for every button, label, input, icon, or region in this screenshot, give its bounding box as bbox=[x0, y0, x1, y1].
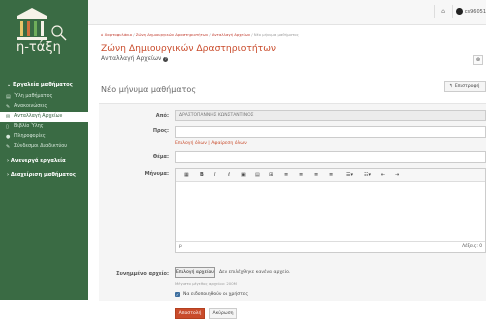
image-icon[interactable]: ▣ bbox=[241, 172, 246, 178]
logo-text: η-τάξη bbox=[16, 40, 61, 55]
send-button[interactable]: Αποστολή bbox=[175, 308, 205, 319]
page-subtitle: Ανταλλαγή Αρχείων ? bbox=[101, 55, 169, 62]
from-label: Από: bbox=[155, 113, 169, 119]
indent-icon[interactable]: ⇥ bbox=[395, 172, 399, 178]
sidebar-item-syllabus[interactable]: ▯ Βιβλίο Ύλης bbox=[0, 122, 88, 132]
page-title: Ζώνη Δημιουργικών Δραστηριοτήτων bbox=[101, 43, 277, 54]
to-label: Προς: bbox=[152, 128, 169, 134]
home-icon: ⌂ bbox=[441, 8, 445, 15]
back-button[interactable]: ↰ Επιστροφή bbox=[444, 81, 486, 92]
nav-group-tools[interactable]: ⌄ Εργαλεία μαθήματος bbox=[0, 78, 88, 92]
sidebar-item-label: Σύνδεσμοι Διαδικτύου bbox=[14, 144, 68, 149]
link-icon: ✎ bbox=[6, 144, 11, 150]
sidebar-item-label: Ύλη μαθήματος bbox=[14, 94, 53, 99]
breadcrumb: ⌂ Χαρτοφυλάκιο / Ζώνη Δημιουργικών Δραστ… bbox=[101, 32, 299, 37]
help-icon[interactable]: ? bbox=[163, 57, 169, 62]
media-icon[interactable]: ▤ bbox=[255, 172, 260, 178]
from-field: ΔΡΑΣΤΟΠΑΝΝΗΣ ΚΩΝΣΤΑΝΤΙΝΟΣ bbox=[175, 110, 486, 121]
nav-group-inactive-label: Ανενεργά εργαλεία bbox=[10, 158, 66, 164]
envelope-icon: ✉ bbox=[6, 114, 11, 120]
breadcrumb-item[interactable]: Χαρτοφυλάκιο bbox=[105, 32, 132, 37]
file-status: Δεν επιλέχθηκε κανένα αρχείο. bbox=[219, 270, 291, 275]
bullet-list-icon[interactable]: ☰▾ bbox=[346, 172, 353, 178]
sidebar-nav: ⌄ Εργαλεία μαθήματος ▤ Ύλη μαθήματος ✎ Α… bbox=[0, 78, 88, 182]
nav-group-inactive[interactable]: › Ανενεργά εργαλεία bbox=[0, 154, 88, 168]
tasks-icon: ▤ bbox=[6, 94, 11, 100]
remove-all-link[interactable]: Αφαίρεση όλων bbox=[211, 141, 246, 146]
outdent-icon[interactable]: ⇤ bbox=[381, 172, 385, 178]
notify-row: ✓ Να ειδοποιηθούν οι χρήστες bbox=[175, 292, 248, 297]
sidebar-item-label: Βιβλίο Ύλης bbox=[14, 124, 44, 129]
sidebar-item-course-content[interactable]: ▤ Ύλη μαθήματος bbox=[0, 92, 88, 102]
sidebar: η-τάξη ⌄ Εργαλεία μαθήματος ▤ Ύλη μαθήμα… bbox=[0, 0, 88, 300]
justify-icon[interactable]: ≣ bbox=[329, 172, 333, 178]
nav-group-tools-label: Εργαλεία μαθήματος bbox=[12, 82, 73, 88]
logo-icon bbox=[17, 8, 67, 41]
subject-label: Θέμα: bbox=[152, 154, 169, 160]
select-all-link[interactable]: Επιλογή όλων bbox=[175, 141, 207, 146]
nav-group-admin-label: Διαχείριση μαθήματος bbox=[10, 172, 76, 178]
sidebar-item-info[interactable]: ● Πληροφορίες bbox=[0, 132, 88, 142]
sidebar-item-file-exchange[interactable]: ✉ Ανταλλαγή Αρχείων bbox=[0, 112, 88, 122]
word-count: Λέξεις: 0 bbox=[462, 244, 482, 249]
nav-group-admin[interactable]: › Διαχείριση μαθήματος bbox=[0, 168, 88, 182]
sidebar-item-label: Πληροφορίες bbox=[14, 134, 46, 139]
logo[interactable]: η-τάξη bbox=[0, 0, 88, 72]
info-icon: ● bbox=[6, 134, 11, 140]
editor-path: p bbox=[179, 244, 182, 249]
bullhorn-icon: ✎ bbox=[6, 104, 11, 110]
bold-icon[interactable]: B bbox=[200, 172, 204, 178]
italic-icon[interactable]: I bbox=[214, 172, 215, 178]
align-right-icon[interactable]: ≣ bbox=[314, 172, 318, 178]
recipient-actions: Επιλογή όλων | Αφαίρεση όλων bbox=[175, 141, 247, 146]
max-file-size: Μέγιστο μέγεθος αρχείου: 200M bbox=[175, 281, 237, 286]
source-icon[interactable]: ▦ bbox=[184, 172, 189, 178]
sidebar-item-links[interactable]: ✎ Σύνδεσμοι Διαδικτύου bbox=[0, 142, 88, 152]
user-name: cs96051 bbox=[464, 8, 486, 15]
section-title: Νέο μήνυμα μαθήματος bbox=[101, 85, 197, 94]
align-center-icon[interactable]: ≣ bbox=[299, 172, 303, 178]
notify-checkbox[interactable]: ✓ bbox=[175, 292, 180, 297]
message-editor[interactable]: ▦ B I ℓ ▣ ▤ ⊞ ≣ ≣ ≣ ≣ ☰▾ ☷▾ ⇤ ⇥ p Λέξεις… bbox=[175, 168, 486, 253]
sidebar-item-label: Ανταλλαγή Αρχείων bbox=[14, 114, 63, 119]
subject-input[interactable] bbox=[175, 151, 486, 163]
sidebar-item-label: Ανακοινώσεις bbox=[14, 104, 48, 109]
home-button[interactable]: ⌂ bbox=[434, 5, 451, 18]
table-icon[interactable]: ⊞ bbox=[269, 172, 273, 178]
editor-status-bar: p Λέξεις: 0 bbox=[176, 241, 485, 252]
numbered-list-icon[interactable]: ☷▾ bbox=[364, 172, 371, 178]
main-content: ⌂ Χαρτοφυλάκιο / Ζώνη Δημιουργικών Δραστ… bbox=[88, 25, 486, 319]
book-icon: ▯ bbox=[6, 124, 9, 130]
message-form: Από: ΔΡΑΣΤΟΠΑΝΝΗΣ ΚΩΝΣΤΑΝΤΙΝΟΣ Προς: Επι… bbox=[99, 103, 486, 301]
rss-button[interactable]: ⊜ bbox=[473, 55, 483, 65]
link-icon[interactable]: ℓ bbox=[228, 172, 230, 178]
align-left-icon[interactable]: ≣ bbox=[284, 172, 288, 178]
top-bar: ⌂ cs96051 bbox=[88, 0, 486, 25]
breadcrumb-item[interactable]: Ζώνη Δημιουργικών Δραστηριοτήτων bbox=[136, 32, 208, 37]
back-label: Επιστροφή bbox=[454, 84, 480, 89]
back-icon: ↰ bbox=[449, 84, 453, 89]
breadcrumb-item[interactable]: Ανταλλαγή Αρχείων bbox=[212, 32, 250, 37]
notify-label: Να ειδοποιηθούν οι χρήστες bbox=[183, 292, 249, 297]
choose-file-button[interactable]: Επιλογή αρχείου bbox=[175, 267, 215, 278]
rss-icon: ⊜ bbox=[475, 57, 481, 63]
attachment-label: Συνημμένο αρχείο: bbox=[116, 271, 169, 277]
cancel-button[interactable]: Ακύρωση bbox=[209, 308, 237, 319]
editor-toolbar: ▦ B I ℓ ▣ ▤ ⊞ ≣ ≣ ≣ ≣ ☰▾ ☷▾ ⇤ ⇥ bbox=[176, 169, 485, 182]
breadcrumb-current: Νέο μήνυμα μαθήματος bbox=[253, 32, 299, 37]
avatar bbox=[456, 8, 463, 15]
to-field[interactable] bbox=[175, 126, 486, 138]
message-label: Μήνυμα: bbox=[144, 171, 169, 177]
user-menu-button[interactable]: cs96051 bbox=[452, 5, 486, 18]
sidebar-item-announcements[interactable]: ✎ Ανακοινώσεις bbox=[0, 102, 88, 112]
